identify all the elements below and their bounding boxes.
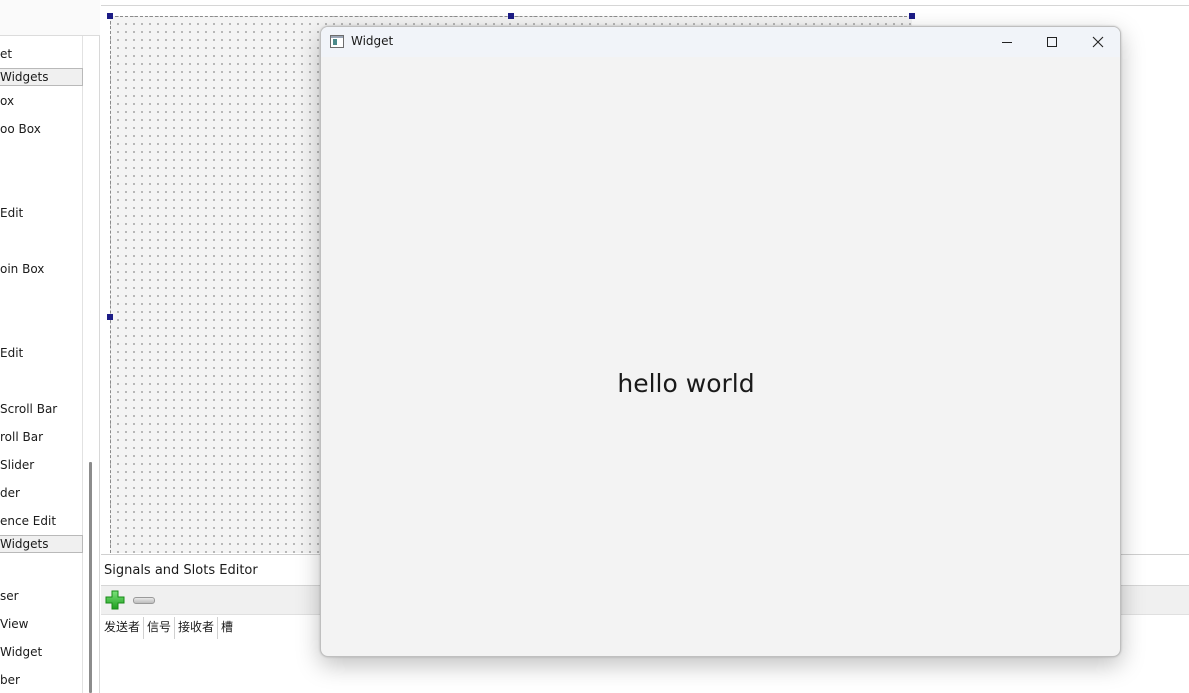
widget-list-item[interactable]: ser (0, 588, 83, 604)
widget-list-item[interactable]: Slider (0, 457, 83, 473)
widget-list-item[interactable]: ox (0, 93, 83, 109)
editor-top-divider (101, 5, 1189, 6)
column-receiver[interactable]: 接收者 (175, 617, 219, 639)
resize-handle[interactable] (909, 13, 915, 19)
close-icon (1092, 36, 1104, 48)
widget-list-item[interactable]: Edit (0, 345, 83, 361)
widget-list-item[interactable]: oin Box (0, 261, 83, 277)
widget-list-item[interactable]: roll Bar (0, 429, 83, 445)
widget-list-item[interactable]: oo Box (0, 121, 83, 137)
widget-box-scrollbar[interactable] (89, 462, 92, 693)
resize-handle[interactable] (508, 13, 514, 19)
widget-list: et Widgets ox oo Box Edit oin Box Edit S… (0, 36, 83, 693)
widget-list-item[interactable]: Edit (0, 205, 83, 221)
widget-list-item[interactable]: Scroll Bar (0, 401, 83, 417)
column-sender[interactable]: 发送者 (101, 617, 145, 639)
plus-icon (105, 590, 125, 610)
widget-list-item[interactable]: der (0, 485, 83, 501)
widget-category-header[interactable]: Widgets (0, 535, 83, 553)
maximize-button[interactable] (1029, 27, 1075, 57)
widget-category-header[interactable]: Widgets (0, 68, 83, 86)
maximize-icon (1047, 37, 1057, 47)
window-title: Widget (351, 34, 394, 48)
connections-table-header: 发送者 信号 接收者 槽 (101, 617, 236, 639)
widget-preview-window: Widget hello world (320, 26, 1121, 657)
remove-connection-button[interactable] (133, 597, 155, 604)
column-slot[interactable]: 槽 (218, 617, 236, 639)
app-window-icon (330, 35, 344, 48)
close-button[interactable] (1075, 27, 1120, 57)
resize-handle[interactable] (107, 13, 113, 19)
widget-list-item[interactable]: et (0, 46, 83, 62)
add-connection-button[interactable] (104, 589, 126, 611)
widget-list-item[interactable]: ber (0, 672, 83, 688)
hello-label: hello world (617, 369, 755, 398)
widget-list-item[interactable]: Widget (0, 644, 83, 660)
minimize-button[interactable] (984, 27, 1030, 57)
signals-slots-title: Signals and Slots Editor (104, 563, 258, 578)
widget-list-item[interactable]: ence Edit (0, 513, 83, 529)
minimize-icon (1002, 42, 1012, 43)
resize-handle[interactable] (107, 314, 113, 320)
widget-list-item[interactable]: View (0, 616, 83, 632)
window-titlebar[interactable]: Widget (321, 27, 1120, 57)
column-signal[interactable]: 信号 (144, 617, 176, 639)
widget-filter-input[interactable] (0, 0, 100, 36)
widget-box-panel: et Widgets ox oo Box Edit oin Box Edit S… (0, 0, 100, 693)
